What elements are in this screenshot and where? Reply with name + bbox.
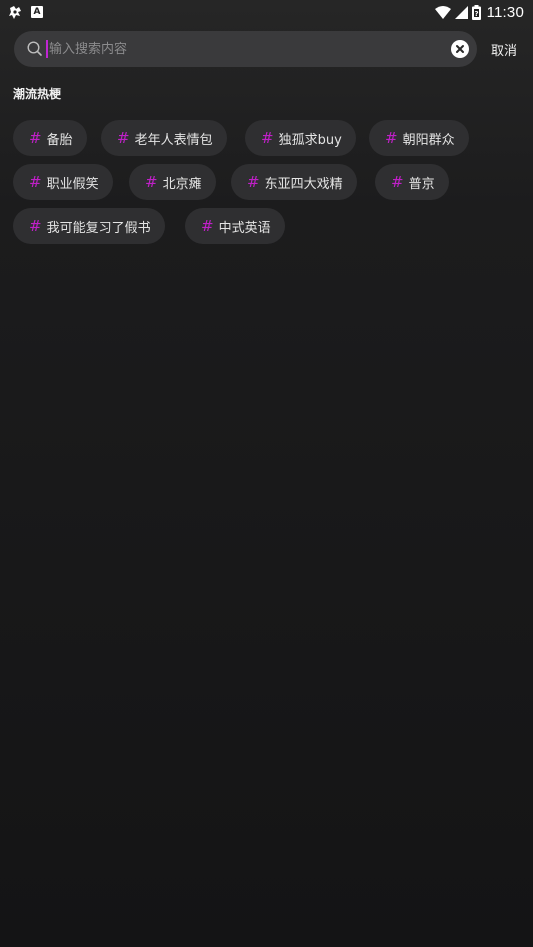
hot-tag-label: 中式英语 [218,220,271,236]
status-left: A [8,5,43,20]
hot-tag[interactable]: # 普京 [375,164,449,200]
clear-search-icon[interactable] [451,40,469,58]
hashtag-icon: # [385,129,398,147]
hot-tag-label: 备胎 [46,132,73,148]
status-right: ? 11:30 [431,4,524,21]
hot-tag[interactable]: # 东亚四大戏精 [231,164,357,200]
hashtag-icon: # [29,129,42,147]
hashtag-icon: # [247,173,260,191]
hot-tag-label: 独孤求buy [278,132,342,148]
hashtag-icon: # [29,173,42,191]
hot-tag-label: 普京 [408,176,435,192]
status-time: 11:30 [486,3,524,21]
a-notification-icon: A [31,6,43,18]
hot-tag-label: 东亚四大戏精 [264,176,343,192]
hot-tag[interactable]: # 北京瘫 [129,164,216,200]
hashtag-icon: # [201,217,214,235]
hashtag-icon: # [29,217,42,235]
search-icon [26,40,44,58]
section-title: 潮流热梗 [13,87,62,101]
hot-tag[interactable]: # 我可能复习了假书 [13,208,165,244]
search-input[interactable] [49,39,447,59]
search-row: 取消 [14,31,523,67]
hot-tag[interactable]: # 职业假笑 [13,164,113,200]
hot-tag[interactable]: # 老年人表情包 [101,120,227,156]
status-bar: A ? 11:30 [0,0,533,24]
hot-tag-label: 我可能复习了假书 [46,220,151,236]
hot-tag[interactable]: # 中式英语 [185,208,285,244]
cancel-button[interactable]: 取消 [491,40,517,59]
search-box[interactable] [14,31,477,67]
cellular-signal-icon [454,5,468,19]
battery-icon: ? [471,4,481,20]
app-notification-icon [8,5,23,20]
hot-tag-label: 北京瘫 [162,176,202,192]
hashtag-icon: # [117,129,130,147]
hot-tag[interactable]: # 朝阳群众 [369,120,469,156]
hot-tag-label: 朝阳群众 [402,132,455,148]
hot-tag[interactable]: # 独孤求buy [245,120,356,156]
hashtag-icon: # [261,129,274,147]
hot-tag-label: 职业假笑 [46,176,99,192]
wifi-icon [434,5,451,19]
svg-text:?: ? [474,10,478,18]
text-cursor [46,40,48,58]
hot-tag[interactable]: # 备胎 [13,120,87,156]
hashtag-icon: # [391,173,404,191]
hot-tag-label: 老年人表情包 [134,132,213,148]
hashtag-icon: # [145,173,158,191]
